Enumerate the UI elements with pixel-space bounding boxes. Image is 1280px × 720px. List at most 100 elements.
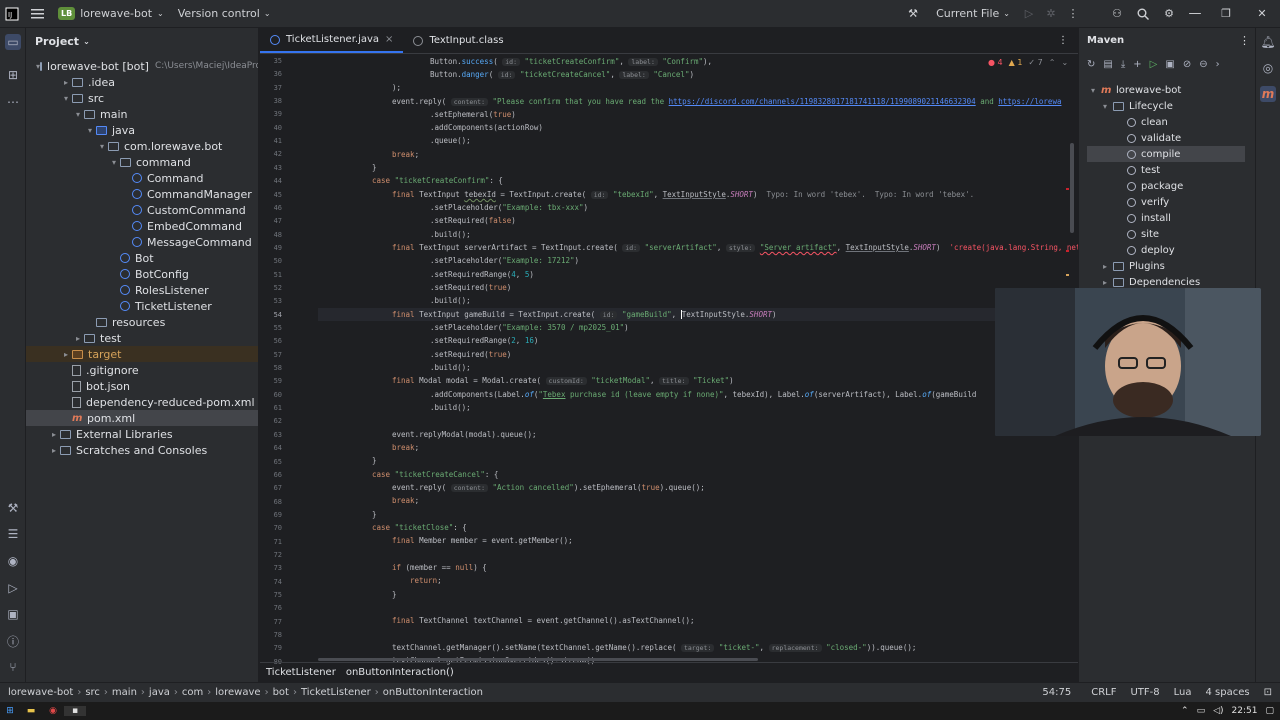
expand-arrow-icon[interactable]: ▸	[72, 334, 84, 343]
tree-item[interactable]: ▸ Scratches and Consoles	[26, 442, 258, 458]
start-icon[interactable]: ⊞	[0, 706, 20, 716]
tree-item[interactable]: ▸ External Libraries	[26, 426, 258, 442]
status-path-segment[interactable]: src	[85, 687, 100, 698]
tree-item[interactable]: MessageCommand	[26, 234, 258, 250]
project-folder-icon[interactable]: ▭	[5, 34, 21, 50]
tree-item[interactable]: TicketListener	[26, 298, 258, 314]
clock[interactable]: 22:51	[1232, 706, 1258, 716]
tree-item[interactable]: Bot	[26, 250, 258, 266]
maven-phase-validate[interactable]: validate	[1087, 130, 1245, 146]
status-path-segment[interactable]: TicketListener	[301, 687, 371, 698]
structure-icon[interactable]: ⊞	[5, 67, 21, 83]
plugins-node[interactable]: ▸ Plugins	[1103, 258, 1165, 274]
code-area[interactable]: Button.success( id: "ticketCreateConfirm…	[318, 54, 1078, 665]
main-menu-icon[interactable]	[24, 0, 52, 28]
expand-arrow-icon[interactable]: ▸	[60, 350, 72, 359]
breadcrumb-class[interactable]: TicketListener	[266, 667, 336, 678]
toggle-offline-icon[interactable]: ▣	[1165, 59, 1174, 70]
run-tool-icon[interactable]: ▷	[5, 580, 21, 596]
expand-arrow-icon[interactable]: ▾	[72, 110, 84, 119]
maven-phase-clean[interactable]: clean	[1087, 114, 1245, 130]
download-icon[interactable]: ⤓	[1121, 59, 1125, 70]
status-path-segment[interactable]: java	[149, 687, 170, 698]
status-path-segment[interactable]: com	[182, 687, 203, 698]
build-icon[interactable]: ⚒	[5, 500, 21, 516]
build-hammer-icon[interactable]: ⚒	[898, 0, 928, 28]
intellij-taskbar-icon[interactable]: ▪	[64, 706, 86, 716]
tree-item[interactable]: ▾ src	[26, 90, 258, 106]
status-path-segment[interactable]: main	[112, 687, 137, 698]
tree-item[interactable]: m pom.xml	[26, 410, 258, 426]
error-stripe-mark[interactable]	[1066, 250, 1069, 252]
project-panel-title[interactable]: Project	[35, 35, 79, 48]
chevron-down-icon[interactable]: ⌄	[83, 37, 90, 46]
horizontal-scrollbar[interactable]	[318, 658, 758, 661]
tree-item[interactable]: ▾ main	[26, 106, 258, 122]
maven-phase-install[interactable]: install	[1087, 210, 1245, 226]
tree-item[interactable]: resources	[26, 314, 258, 330]
run-icon[interactable]: ▷	[1018, 0, 1040, 28]
run-maven-icon[interactable]: ▷	[1150, 59, 1158, 70]
debug-icon[interactable]: ✲	[1040, 0, 1062, 28]
indent-setting[interactable]: 4 spaces	[1206, 687, 1250, 698]
maven-more-icon[interactable]: ⋮	[1239, 34, 1250, 47]
maven-phase-deploy[interactable]: deploy	[1087, 242, 1245, 258]
close-tab-icon[interactable]: ×	[385, 34, 393, 45]
tree-item[interactable]: BotConfig	[26, 266, 258, 282]
maven-phase-site[interactable]: site	[1087, 226, 1245, 242]
run-config-selector[interactable]: Current File ⌄	[928, 0, 1018, 28]
maven-phase-package[interactable]: package	[1087, 178, 1245, 194]
lifecycle-node[interactable]: ▾ Lifecycle	[1103, 98, 1173, 114]
collapse-icon[interactable]: ⊖	[1199, 59, 1207, 70]
tree-item[interactable]: ▾ command	[26, 154, 258, 170]
network-icon[interactable]: ▭	[1197, 706, 1206, 716]
tree-item[interactable]: ▾ java	[26, 122, 258, 138]
expand-arrow-icon[interactable]: ▾	[60, 94, 72, 103]
file-encoding[interactable]: UTF-8	[1130, 687, 1159, 698]
expand-arrow-icon[interactable]: ▸	[60, 78, 72, 87]
git-icon[interactable]: ⑂	[5, 659, 21, 675]
tree-item[interactable]: CustomCommand	[26, 202, 258, 218]
tree-root[interactable]: ▾ lorewave-bot [bot] C:\Users\Maciej\Ide…	[26, 58, 258, 74]
volume-icon[interactable]: ◁)	[1213, 706, 1223, 716]
maven-phase-compile[interactable]: compile	[1087, 146, 1245, 162]
tree-item[interactable]: RolesListener	[26, 282, 258, 298]
next-icon[interactable]: ›	[1216, 59, 1220, 70]
tree-item[interactable]: ▸ target	[26, 346, 258, 362]
generate-sources-icon[interactable]: ▤	[1103, 59, 1112, 70]
status-path-segment[interactable]: lorewave	[215, 687, 260, 698]
maven-phase-test[interactable]: test	[1087, 162, 1245, 178]
tree-item[interactable]: Command	[26, 170, 258, 186]
error-stripe-mark[interactable]	[1066, 188, 1069, 190]
notification-center-icon[interactable]: ▢	[1265, 706, 1274, 716]
vertical-scrollbar[interactable]	[1070, 143, 1074, 233]
more-actions-icon[interactable]: ⋮	[1062, 0, 1084, 28]
file-language[interactable]: Lua	[1174, 687, 1192, 698]
file-explorer-icon[interactable]: ▬	[20, 706, 42, 716]
terminal-icon[interactable]: ▣	[5, 606, 21, 622]
expand-arrow-icon[interactable]: ▾	[108, 158, 120, 167]
tree-item[interactable]: dependency-reduced-pom.xml	[26, 394, 258, 410]
maven-tool-icon[interactable]: m	[1260, 86, 1276, 102]
add-icon[interactable]: +	[1133, 59, 1141, 70]
warning-stripe-mark[interactable]	[1066, 274, 1069, 276]
notifications-bell-icon[interactable]: 🔔︎	[1260, 34, 1276, 50]
lock-icon[interactable]: ⊡	[1264, 687, 1272, 698]
tree-item[interactable]: ▸ test	[26, 330, 258, 346]
skip-tests-icon[interactable]: ⊘	[1183, 59, 1191, 70]
status-path-segment[interactable]: lorewave-bot	[8, 687, 73, 698]
tray-chevron-icon[interactable]: ⌃	[1181, 706, 1189, 716]
tree-item[interactable]: ▾ com.lorewave.bot	[26, 138, 258, 154]
settings-gear-icon[interactable]: ⚙	[1156, 0, 1182, 28]
expand-arrow-icon[interactable]: ▾	[84, 126, 96, 135]
reload-icon[interactable]: ↻	[1087, 59, 1095, 70]
app-logo-icon[interactable]: IJ	[0, 0, 24, 28]
problems-icon[interactable]: ⓘ	[5, 633, 21, 649]
tree-item[interactable]: .gitignore	[26, 362, 258, 378]
plugins-icon[interactable]: ◉	[5, 553, 21, 569]
maven-phase-verify[interactable]: verify	[1087, 194, 1245, 210]
close-window-button[interactable]: ✕	[1244, 0, 1280, 28]
caret-position[interactable]: 54:75	[1042, 687, 1071, 698]
expand-arrow-icon[interactable]: ▾	[96, 142, 108, 151]
tree-item[interactable]: EmbedCommand	[26, 218, 258, 234]
